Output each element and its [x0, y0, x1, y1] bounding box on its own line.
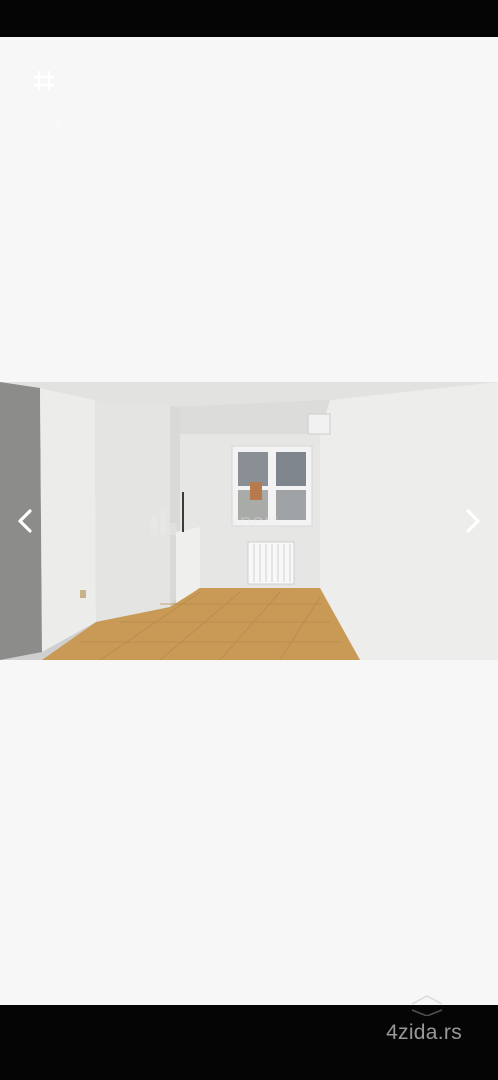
site-logo: 4zida.rs [386, 1021, 462, 1044]
photo-viewer[interactable]: cityexpert [0, 382, 498, 660]
chevron-left-icon [18, 509, 32, 533]
bottom-bar: 4zida.rs [0, 1005, 498, 1080]
header-label: Nekretnine [36, 115, 109, 131]
watermark: cityexpert [150, 507, 279, 537]
next-photo-button[interactable] [458, 506, 488, 536]
grid-icon[interactable] [32, 69, 56, 93]
logo-mark-icon [411, 995, 443, 1016]
chevron-right-icon [466, 509, 480, 533]
watermark-logo-icon [150, 509, 177, 535]
top-bar [0, 0, 498, 37]
watermark-text: cityexpert [183, 510, 279, 533]
previous-photo-button[interactable] [10, 506, 40, 536]
listing-page: Nekretnine cityexpert [0, 37, 498, 1005]
